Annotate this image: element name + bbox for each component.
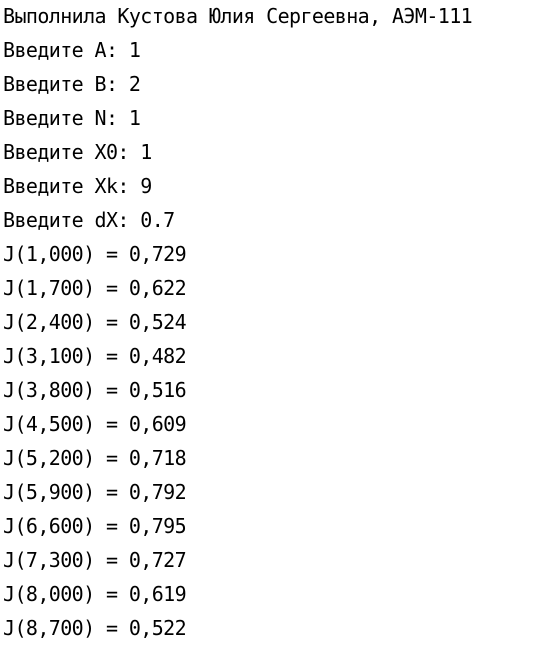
input-x0-line: Введите X0: 1 <box>3 140 152 164</box>
result-line: J(5,900) = 0,792 <box>3 480 187 504</box>
author-line: Выполнила Кустова Юлия Сергеевна, АЭМ-11… <box>3 4 473 28</box>
result-line: J(5,200) = 0,718 <box>3 446 187 470</box>
result-line: J(8,000) = 0,619 <box>3 582 187 606</box>
result-line: J(6,600) = 0,795 <box>3 514 187 538</box>
input-dx-line: Введите dX: 0.7 <box>3 208 175 232</box>
result-line: J(4,500) = 0,609 <box>3 412 187 436</box>
console-output: Выполнила Кустова Юлия Сергеевна, АЭМ-11… <box>0 0 540 646</box>
result-line: J(2,400) = 0,524 <box>3 310 187 334</box>
result-line: J(8,700) = 0,522 <box>3 616 187 640</box>
input-a-line: Введите A: 1 <box>3 38 141 62</box>
input-n-line: Введите N: 1 <box>3 106 141 130</box>
result-line: J(3,100) = 0,482 <box>3 344 187 368</box>
input-b-line: Введите B: 2 <box>3 72 141 96</box>
result-line: J(3,800) = 0,516 <box>3 378 187 402</box>
result-line: J(1,700) = 0,622 <box>3 276 187 300</box>
result-line: J(7,300) = 0,727 <box>3 548 187 572</box>
result-line: J(1,000) = 0,729 <box>3 242 187 266</box>
input-xk-line: Введите Xk: 9 <box>3 174 152 198</box>
